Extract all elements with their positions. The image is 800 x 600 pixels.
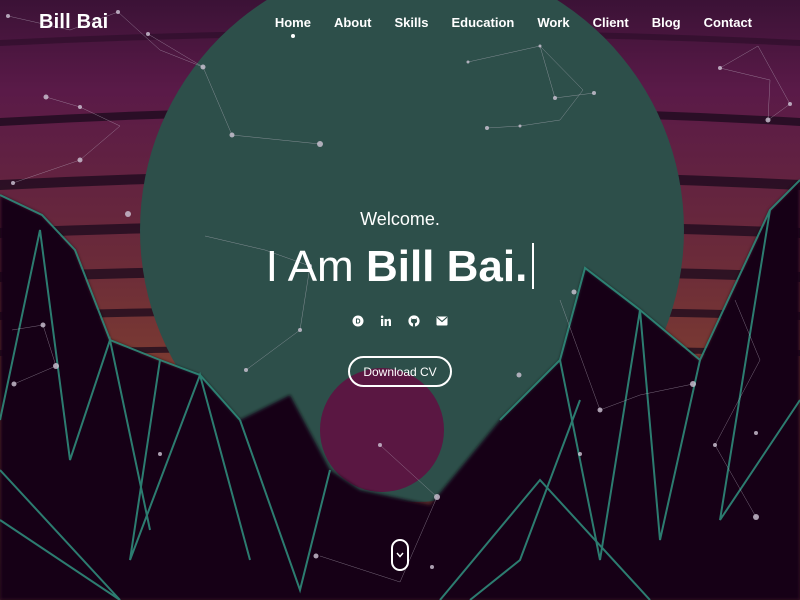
- nav-item-blog[interactable]: Blog: [652, 15, 681, 30]
- headline-name: Bill Bai.: [365, 242, 528, 291]
- social-links: D: [0, 313, 800, 329]
- nav-item-client[interactable]: Client: [593, 15, 629, 30]
- brand-logo[interactable]: Bill Bai: [39, 11, 108, 34]
- hero-headline: I Am Bill Bai.: [0, 242, 800, 292]
- hero-section: Welcome. I Am Bill Bai. D Download CV: [0, 0, 800, 600]
- nav-menu: Home About Skills Education Work Client …: [252, 15, 752, 38]
- headline-prefix: I Am: [265, 242, 366, 291]
- nav-item-work[interactable]: Work: [537, 15, 569, 30]
- github-icon[interactable]: [400, 313, 428, 329]
- download-cv-button[interactable]: Download CV: [348, 356, 452, 387]
- nav-item-home[interactable]: Home: [275, 15, 311, 38]
- typing-cursor: [532, 243, 535, 289]
- nav-item-skills[interactable]: Skills: [395, 15, 429, 30]
- nav-item-contact[interactable]: Contact: [704, 15, 752, 30]
- linkedin-icon[interactable]: [372, 313, 400, 329]
- nav-item-education[interactable]: Education: [451, 15, 514, 30]
- top-navbar: Bill Bai Home About Skills Education Wor…: [0, 0, 800, 46]
- chevron-down-icon: [396, 552, 404, 558]
- nav-item-about[interactable]: About: [334, 15, 372, 30]
- hero-greeting: Welcome.: [360, 209, 440, 229]
- svg-text:D: D: [355, 319, 360, 326]
- email-icon[interactable]: [428, 313, 456, 329]
- scroll-down-button[interactable]: [391, 539, 409, 571]
- dev-badge-icon[interactable]: D: [344, 313, 372, 329]
